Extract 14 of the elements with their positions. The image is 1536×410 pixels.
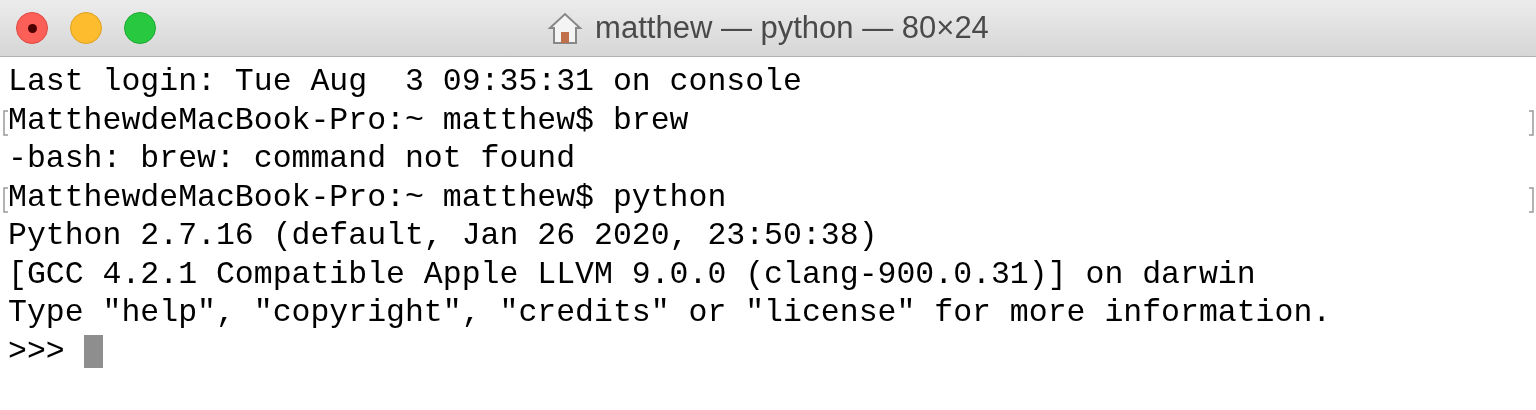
text-cursor (83, 335, 103, 369)
terminal-line: [GCC 4.2.1 Compatible Apple LLVM 9.0.0 (clang-900.0.31)] on darwin (8, 256, 1256, 292)
home-icon (547, 11, 584, 45)
terminal-line: Python 2.7.16 (default, Jan 26 2020, 23:50:38) (8, 218, 878, 253)
minimize-button[interactable] (70, 12, 102, 44)
terminal-line: MatthewdeMacBook-Pro:~ matthew$ python (8, 179, 727, 215)
python-prompt: >>> (8, 332, 65, 371)
window-title: matthew — python — 80×24 (595, 8, 989, 47)
terminal-line: Type "help", "copyright", "credits" or "license" for more information. (8, 295, 1332, 330)
zoom-button[interactable] (124, 12, 156, 44)
terminal-line: -bash: brew: command not found (8, 141, 576, 176)
close-button[interactable] (16, 12, 48, 44)
terminal-line: MatthewdeMacBook-Pro:~ matthew$ brew (8, 102, 689, 138)
terminal-line: Last login: Tue Aug 3 09:35:31 on console (8, 64, 802, 99)
